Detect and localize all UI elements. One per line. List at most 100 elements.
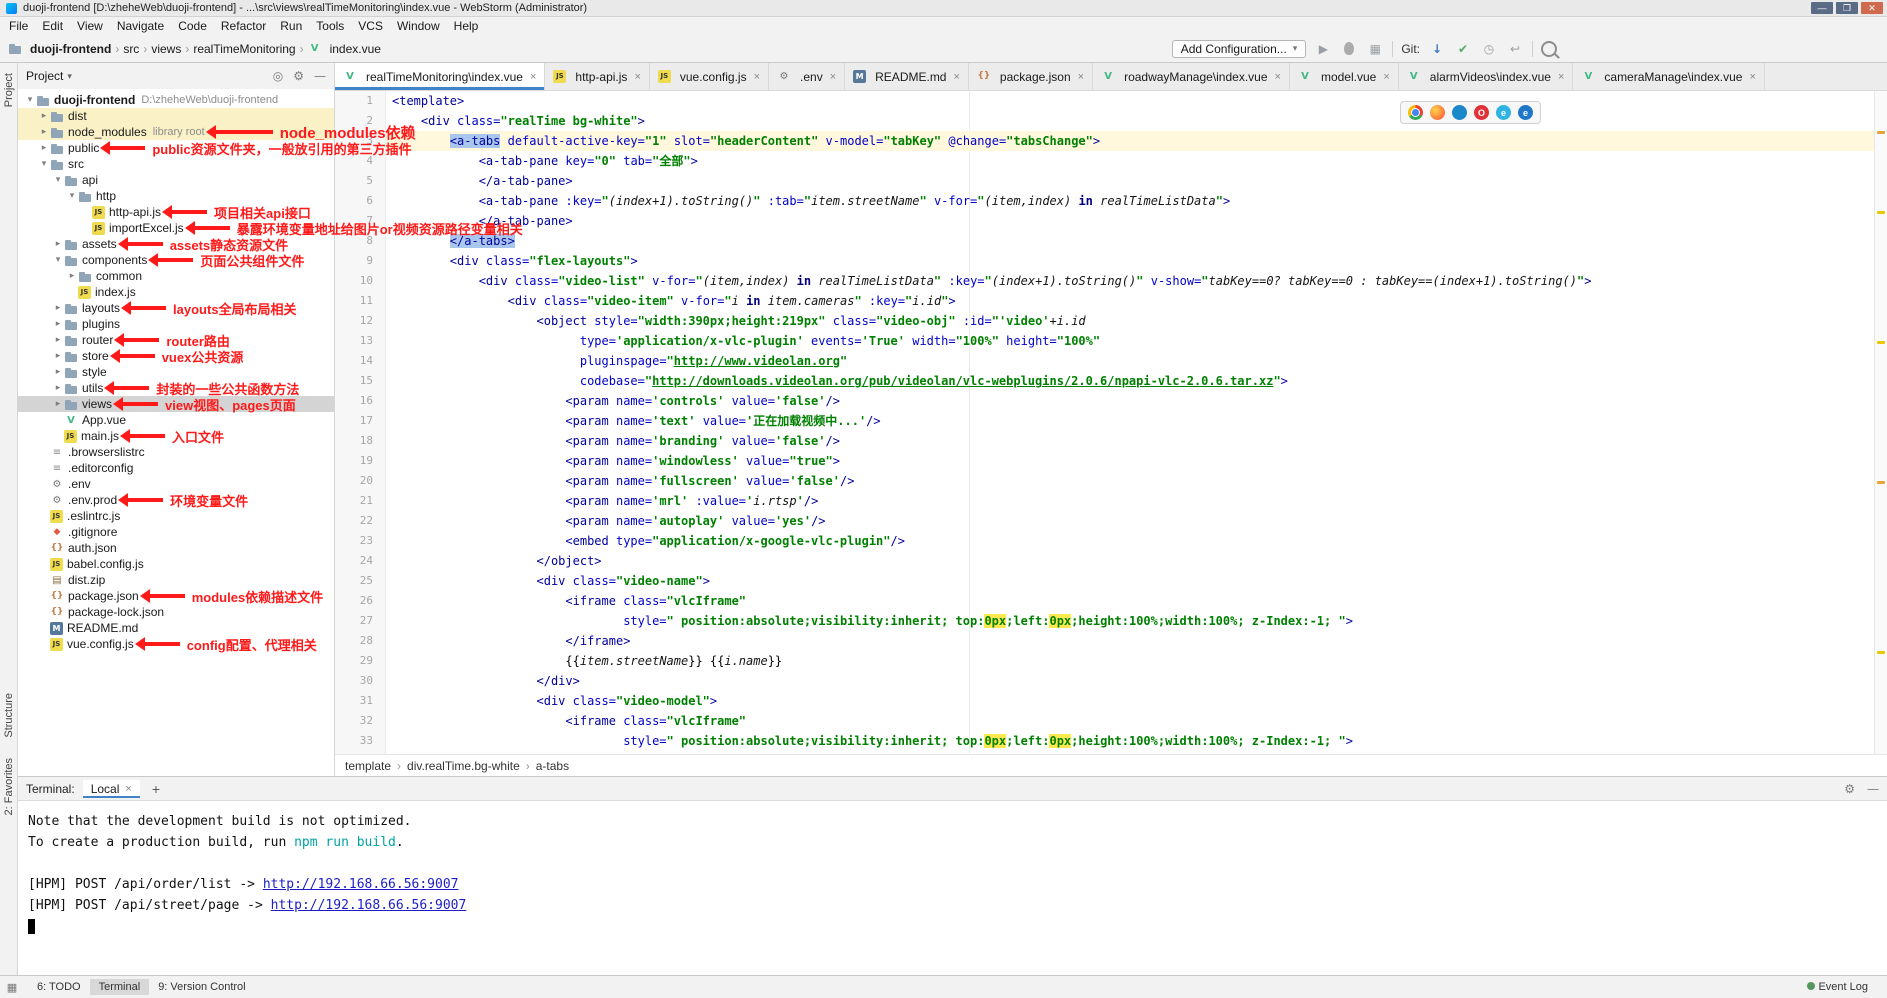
menu-item-run[interactable]: Run	[273, 19, 309, 33]
close-tab-icon[interactable]: ×	[1558, 71, 1564, 83]
error-stripe[interactable]	[1874, 91, 1887, 754]
code-line[interactable]: 28 </iframe>	[335, 631, 1887, 651]
tree-item[interactable]: JSmain.js入口文件	[18, 428, 334, 444]
close-tab-icon[interactable]: ×	[1383, 71, 1389, 83]
terminal-tab-local[interactable]: Local ×	[83, 780, 140, 798]
tree-item[interactable]: ▸viewsview视图、pages页面	[18, 396, 334, 412]
error-stripe-mark[interactable]	[1877, 131, 1885, 134]
git-revert-button[interactable]	[1506, 40, 1524, 58]
breadcrumb-item[interactable]: duoji-frontend	[8, 42, 111, 56]
close-tab-icon[interactable]: ×	[1275, 71, 1281, 83]
terminal-output[interactable]: Note that the development build is not o…	[18, 801, 1887, 975]
tree-item[interactable]: ▸publicpublic资源文件夹，一般放引用的第三方插件	[18, 140, 334, 156]
tree-item[interactable]: JSvue.config.jsconfig配置、代理相关	[18, 636, 334, 652]
coverage-button[interactable]	[1366, 40, 1384, 58]
status-item-todo[interactable]: 6: TODO	[28, 979, 90, 995]
ie-icon[interactable]: e	[1496, 105, 1511, 120]
code-line[interactable]: 20 <param name='fullscreen' value='false…	[335, 471, 1887, 491]
chrome-icon[interactable]	[1408, 105, 1423, 120]
code-line[interactable]: 31 <div class="video-model">	[335, 691, 1887, 711]
editor-tab[interactable]: ValarmVideos\index.vue×	[1399, 63, 1574, 90]
close-tab-icon[interactable]: ×	[634, 71, 640, 83]
breadcrumb-item[interactable]: src	[123, 42, 139, 56]
code-line[interactable]: 6 <a-tab-pane :key="(index+1).toString()…	[335, 191, 1887, 211]
code-line[interactable]: 9 <div class="flex-layouts">	[335, 251, 1887, 271]
code-line[interactable]: 23 <embed type="application/x-google-vlc…	[335, 531, 1887, 551]
opera-icon[interactable]: O	[1474, 105, 1489, 120]
code-line[interactable]: 4 <a-tab-pane key="0" tab="全部">	[335, 151, 1887, 171]
status-item-version-control[interactable]: 9: Version Control	[149, 979, 254, 995]
code-line[interactable]: 5 </a-tab-pane>	[335, 171, 1887, 191]
code-line[interactable]: 10 <div class="video-list" v-for="(item,…	[335, 271, 1887, 291]
code-line[interactable]: 21 <param name='mrl' :value='i.rtsp'/>	[335, 491, 1887, 511]
error-stripe-mark[interactable]	[1877, 341, 1885, 344]
close-tab-icon[interactable]: ×	[1749, 71, 1755, 83]
tree-item[interactable]: ▸storevuex公共资源	[18, 348, 334, 364]
editor-breadcrumb-item[interactable]: template	[345, 759, 391, 773]
close-tab-icon[interactable]: ×	[530, 71, 536, 83]
chevron-open-icon[interactable]: ▾	[24, 95, 36, 105]
status-item-terminal[interactable]: Terminal	[90, 979, 150, 995]
firefox-icon[interactable]	[1430, 105, 1445, 120]
code-line[interactable]: 29 {{item.streetName}} {{i.name}}	[335, 651, 1887, 671]
menu-item-edit[interactable]: Edit	[35, 19, 70, 33]
tree-item[interactable]: {}package.jsonmodules依赖描述文件	[18, 588, 334, 604]
search-icon[interactable]	[1541, 41, 1557, 57]
code-line[interactable]: 24 </object>	[335, 551, 1887, 571]
menu-item-vcs[interactable]: VCS	[351, 19, 390, 33]
code-line[interactable]: 17 <param name='text' value='正在加载视频中...'…	[335, 411, 1887, 431]
close-tab-icon[interactable]: ×	[953, 71, 959, 83]
terminal-link[interactable]: http://192.168.66.56:9007	[263, 877, 459, 892]
error-stripe-mark[interactable]	[1877, 651, 1885, 654]
code-line[interactable]: 3 <a-tabs default-active-key="1" slot="h…	[335, 131, 1887, 151]
tree-item[interactable]: ▾components页面公共组件文件	[18, 252, 334, 268]
chevron-open-icon[interactable]: ▾	[52, 255, 64, 265]
git-history-button[interactable]	[1480, 40, 1498, 58]
tree-item[interactable]: ▾duoji-frontendD:\zheheWeb\duoji-fronten…	[18, 92, 334, 108]
chevron-closed-icon[interactable]: ▸	[38, 127, 50, 137]
git-update-button[interactable]	[1428, 40, 1446, 58]
chevron-closed-icon[interactable]: ▸	[66, 271, 78, 281]
breadcrumb-item[interactable]: Vindex.vue	[308, 42, 381, 56]
menu-item-help[interactable]: Help	[447, 19, 486, 33]
chevron-closed-icon[interactable]: ▸	[52, 383, 64, 393]
code-line[interactable]: 34 </iframe>	[335, 751, 1887, 754]
code-line[interactable]: 12 <object style="width:390px;height:219…	[335, 311, 1887, 331]
chevron-down-icon[interactable]: ▾	[67, 71, 72, 82]
menu-item-file[interactable]: File	[2, 19, 35, 33]
code-line[interactable]: 18 <param name='branding' value='false'/…	[335, 431, 1887, 451]
tree-item[interactable]: ▾api	[18, 172, 334, 188]
menu-item-window[interactable]: Window	[390, 19, 447, 33]
code-line[interactable]: 26 <iframe class="vlcIframe"	[335, 591, 1887, 611]
editor-breadcrumb-item[interactable]: div.realTime.bg-white	[407, 759, 520, 773]
menu-item-refactor[interactable]: Refactor	[214, 19, 273, 33]
editor-breadcrumb-item[interactable]: a-tabs	[536, 759, 569, 773]
code-line[interactable]: 27 style=" position:absolute;visibility:…	[335, 611, 1887, 631]
minimize-button[interactable]	[1811, 2, 1833, 14]
code-line[interactable]: 22 <param name='autoplay' value='yes'/>	[335, 511, 1887, 531]
debug-button[interactable]	[1340, 40, 1358, 58]
chevron-open-icon[interactable]: ▾	[66, 191, 78, 201]
gear-icon[interactable]: ⚙	[1844, 782, 1855, 796]
tree-item[interactable]: ◆.gitignore	[18, 524, 334, 540]
git-commit-button[interactable]	[1454, 40, 1472, 58]
chevron-closed-icon[interactable]: ▸	[52, 351, 64, 361]
code-line[interactable]: 16 <param name='controls' value='false'/…	[335, 391, 1887, 411]
error-stripe-mark[interactable]	[1877, 481, 1885, 484]
minimize-panel-icon[interactable]: —	[1867, 782, 1879, 796]
maximize-button[interactable]	[1836, 2, 1858, 14]
code-line[interactable]: 13 type='application/x-vlc-plugin' event…	[335, 331, 1887, 351]
chevron-closed-icon[interactable]: ▸	[52, 399, 64, 409]
code-line[interactable]: 14 pluginspage="http://www.videolan.org"	[335, 351, 1887, 371]
close-tab-icon[interactable]: ×	[754, 71, 760, 83]
safari-icon[interactable]	[1452, 105, 1467, 120]
editor-tab[interactable]: VcameraManage\index.vue×	[1573, 63, 1765, 90]
code-line[interactable]: 19 <param name='windowless' value="true"…	[335, 451, 1887, 471]
menu-item-view[interactable]: View	[70, 19, 110, 33]
edge-icon[interactable]: e	[1518, 105, 1533, 120]
tree-item[interactable]: {}auth.json	[18, 540, 334, 556]
chevron-open-icon[interactable]: ▾	[52, 175, 64, 185]
tree-item[interactable]: JS.eslintrc.js	[18, 508, 334, 524]
tool-window-button-2-favorites[interactable]: 2: Favorites	[3, 758, 15, 815]
editor-tab[interactable]: MREADME.md×	[845, 63, 969, 90]
